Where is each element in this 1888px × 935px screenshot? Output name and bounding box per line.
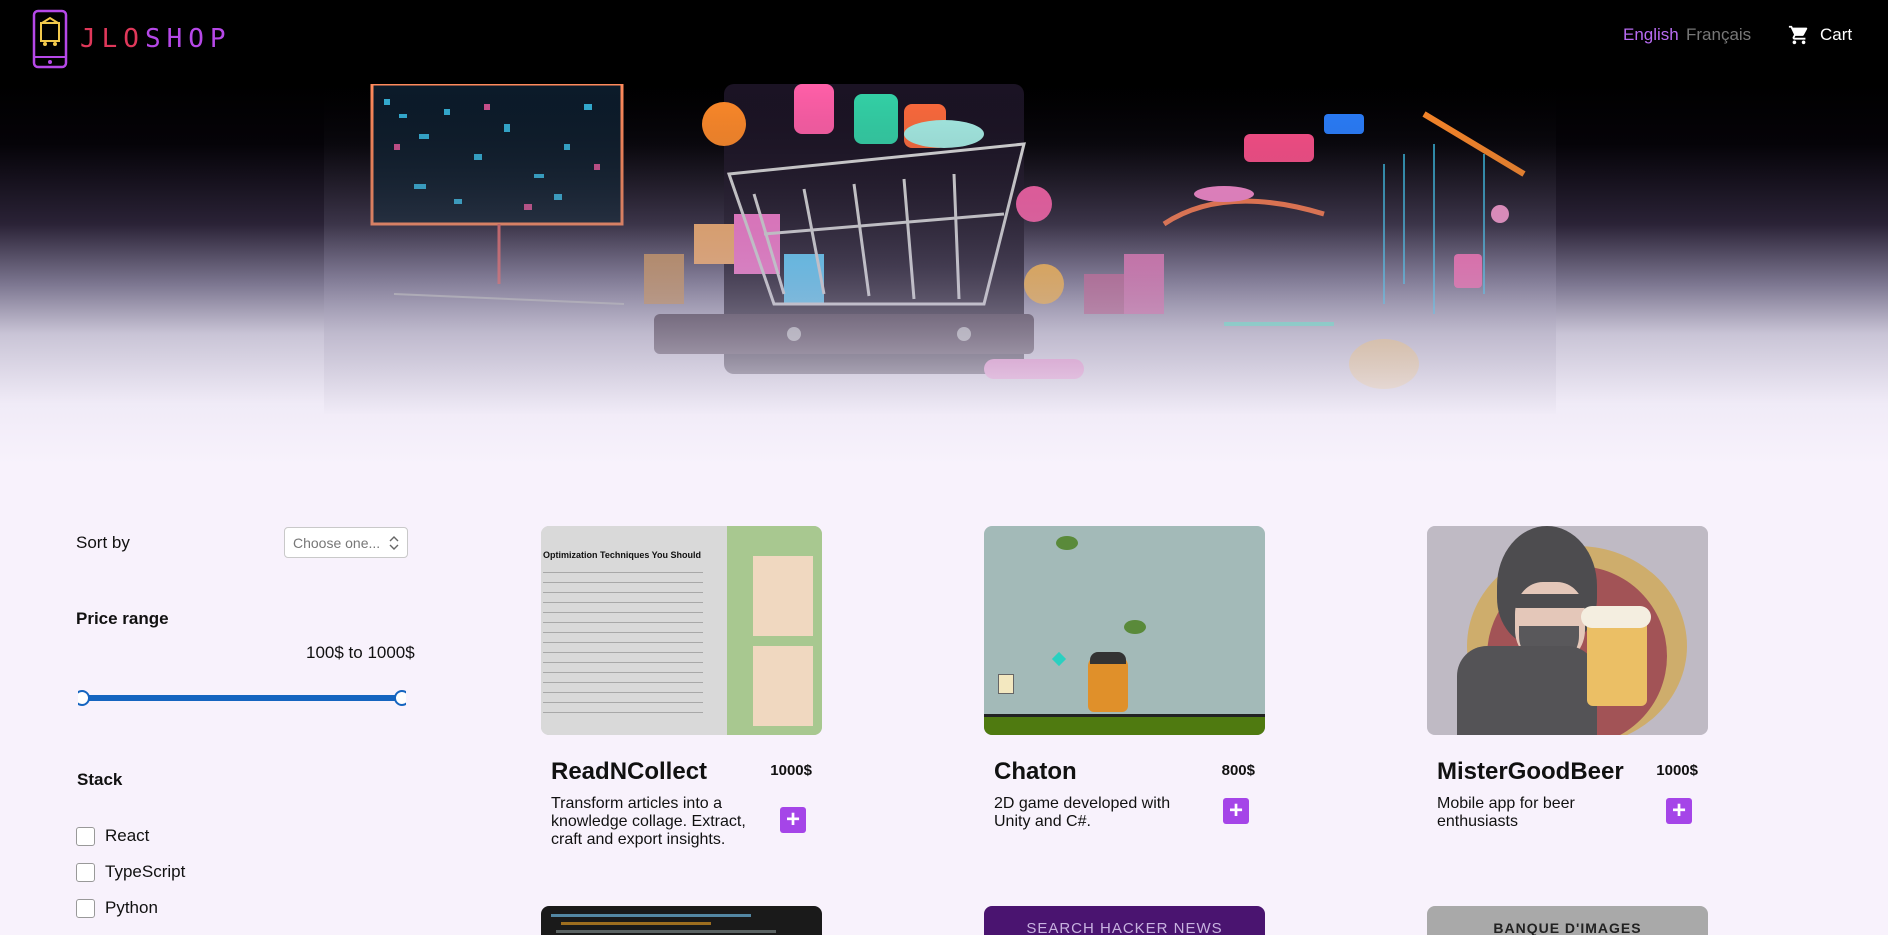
plus-icon: + xyxy=(1228,797,1243,824)
brand-name-part2: SHOP xyxy=(144,24,232,54)
product-title[interactable]: ReadNCollect xyxy=(551,758,707,786)
add-to-cart-button[interactable]: + xyxy=(1666,798,1692,824)
slider-thumb-min[interactable] xyxy=(78,690,90,706)
sort-select[interactable]: Choose one... xyxy=(284,527,408,558)
product-card-image-partial[interactable]: SEARCH HACKER NEWS xyxy=(984,906,1265,935)
product-image[interactable] xyxy=(1427,526,1708,735)
product-card-image-partial[interactable] xyxy=(541,906,822,935)
article-title: Optimization Techniques You Should xyxy=(543,550,702,560)
sort-by-label: Sort by xyxy=(76,533,130,552)
price-range-value: 100$ to 1000$ xyxy=(306,643,415,662)
checkbox[interactable] xyxy=(76,826,95,846)
product-image[interactable] xyxy=(984,526,1265,735)
top-navbar: JLOSHOP English Français Cart xyxy=(0,0,1888,84)
product-price: 1000$ xyxy=(1656,762,1698,779)
sort-select-placeholder: Choose one... xyxy=(293,534,381,551)
product-card[interactable]: Optimization Techniques You Should ReadN… xyxy=(541,526,822,856)
stack-option-python[interactable]: Python xyxy=(76,898,158,918)
cart-label: Cart xyxy=(1820,25,1853,44)
price-range-slider[interactable] xyxy=(78,686,406,710)
stack-option-react[interactable]: React xyxy=(76,826,149,846)
stack-option-label: Python xyxy=(105,898,158,917)
image-caption: BANQUE D'IMAGES xyxy=(1493,920,1642,935)
stack-option-typescript[interactable]: TypeScript xyxy=(76,862,185,882)
product-image[interactable]: Optimization Techniques You Should xyxy=(541,526,822,735)
product-card[interactable]: Chaton 800$ 2D game developed with Unity… xyxy=(984,526,1265,856)
checkbox[interactable] xyxy=(76,898,95,918)
product-description: 2D game developed with Unity and C#. xyxy=(994,795,1171,830)
phone-shop-logo-icon[interactable] xyxy=(32,9,68,69)
product-card[interactable]: MisterGoodBeer 1000$ Mobile app for beer… xyxy=(1427,526,1708,856)
plus-icon: + xyxy=(1671,797,1686,824)
product-description: Mobile app for beer enthusiasts xyxy=(1437,795,1575,830)
language-french-link[interactable]: Français xyxy=(1686,25,1751,45)
product-title[interactable]: MisterGoodBeer xyxy=(1437,758,1624,786)
brand-name-part1: JLO xyxy=(80,24,145,54)
shopping-cart-icon xyxy=(1788,25,1808,45)
slider-thumb-max[interactable] xyxy=(394,690,406,706)
image-caption: SEARCH HACKER NEWS xyxy=(1026,920,1223,935)
brand-name[interactable]: JLOSHOP xyxy=(80,24,232,54)
stack-option-label: TypeScript xyxy=(105,862,186,881)
product-title[interactable]: Chaton xyxy=(994,758,1077,786)
stack-title: Stack xyxy=(77,770,123,789)
checkbox[interactable] xyxy=(76,862,95,882)
hero-banner xyxy=(0,84,1888,466)
language-english-link[interactable]: English xyxy=(1623,25,1679,45)
chevron-up-down-icon xyxy=(389,535,399,550)
product-card-image-partial[interactable]: BANQUE D'IMAGES xyxy=(1427,906,1708,935)
product-price: 1000$ xyxy=(770,762,812,779)
price-range-title: Price range xyxy=(76,609,169,628)
hero-illustration xyxy=(324,84,1556,414)
cart-button[interactable]: Cart xyxy=(1788,24,1852,46)
product-price: 800$ xyxy=(1221,762,1255,779)
plus-icon: + xyxy=(785,806,800,833)
add-to-cart-button[interactable]: + xyxy=(1223,798,1249,824)
stack-option-label: React xyxy=(105,826,150,845)
product-description: Transform articles into a knowledge coll… xyxy=(551,795,746,848)
add-to-cart-button[interactable]: + xyxy=(780,807,806,833)
